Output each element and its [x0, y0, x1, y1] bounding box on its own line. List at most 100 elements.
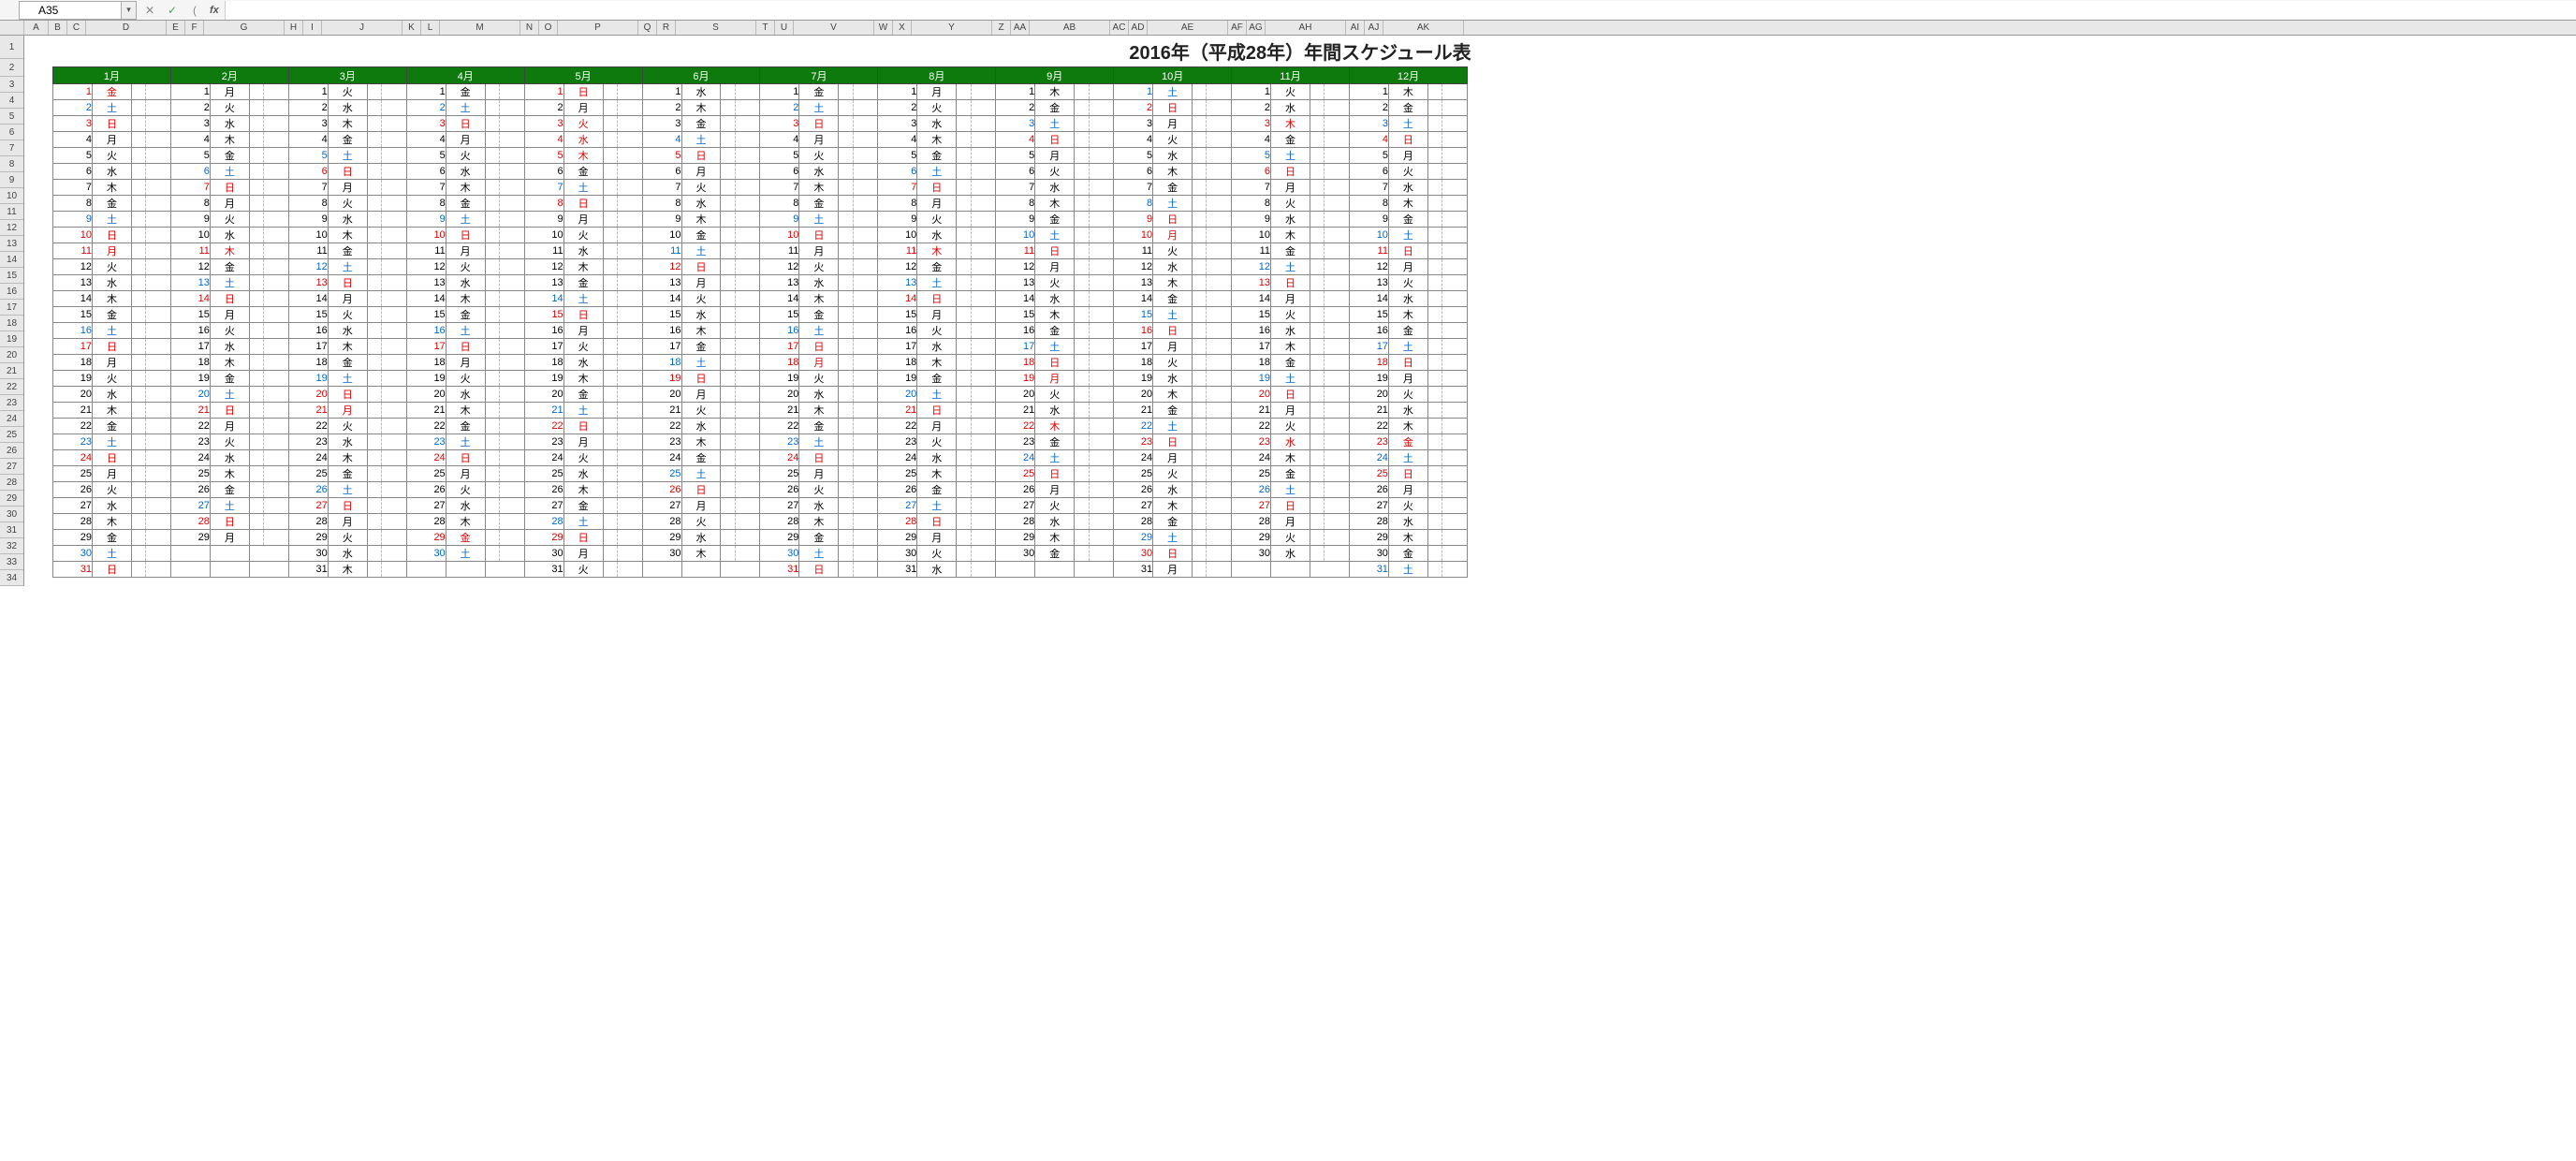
day-number[interactable]: 17	[996, 339, 1035, 355]
day-number[interactable]: 9	[170, 212, 210, 228]
day-note[interactable]	[1193, 562, 1232, 578]
day-note[interactable]	[249, 196, 288, 212]
day-number[interactable]: 7	[288, 180, 328, 196]
day-number[interactable]: 15	[406, 307, 446, 323]
day-weekday[interactable]: 月	[564, 323, 603, 339]
day-note[interactable]	[249, 291, 288, 307]
day-weekday[interactable]: 火	[446, 259, 485, 275]
day-note[interactable]	[1427, 228, 1467, 243]
day-number[interactable]: 15	[642, 307, 681, 323]
day-weekday[interactable]: 土	[210, 164, 249, 180]
day-number[interactable]: 12	[53, 259, 93, 275]
day-weekday[interactable]: 木	[328, 450, 367, 466]
day-weekday[interactable]: 月	[799, 466, 839, 482]
day-note[interactable]	[249, 228, 288, 243]
day-number[interactable]: 24	[1114, 450, 1153, 466]
day-weekday[interactable]	[210, 562, 249, 578]
day-weekday[interactable]: 木	[564, 259, 603, 275]
day-note[interactable]	[485, 132, 524, 148]
col-header-U[interactable]: U	[775, 21, 794, 35]
day-note[interactable]	[367, 116, 406, 132]
day-weekday[interactable]: 土	[917, 498, 957, 514]
day-note[interactable]	[1310, 562, 1350, 578]
day-weekday[interactable]: 土	[1388, 339, 1427, 355]
day-number[interactable]: 9	[878, 212, 917, 228]
day-note[interactable]	[721, 514, 760, 530]
day-weekday[interactable]: 金	[1153, 291, 1193, 307]
row-header-28[interactable]: 28	[0, 475, 23, 491]
day-weekday[interactable]: 火	[1388, 498, 1427, 514]
day-number[interactable]: 25	[1232, 466, 1271, 482]
col-header-M[interactable]: M	[440, 21, 520, 35]
day-number[interactable]: 2	[1349, 100, 1388, 116]
day-weekday[interactable]: 木	[92, 514, 131, 530]
day-note[interactable]	[1075, 514, 1114, 530]
day-number[interactable]: 8	[53, 196, 93, 212]
day-note[interactable]	[957, 116, 996, 132]
day-note[interactable]	[249, 530, 288, 546]
day-note[interactable]	[1193, 307, 1232, 323]
day-note[interactable]	[485, 371, 524, 387]
day-number[interactable]: 25	[1349, 466, 1388, 482]
day-note[interactable]	[839, 514, 878, 530]
day-weekday[interactable]: 金	[1388, 434, 1427, 450]
day-note[interactable]	[603, 132, 642, 148]
day-weekday[interactable]: 土	[1153, 530, 1193, 546]
day-number[interactable]: 4	[1349, 132, 1388, 148]
day-note[interactable]	[1193, 371, 1232, 387]
day-number[interactable]: 19	[760, 371, 799, 387]
day-number[interactable]: 9	[406, 212, 446, 228]
day-number[interactable]: 28	[760, 514, 799, 530]
day-weekday[interactable]: 日	[1271, 387, 1310, 403]
day-note[interactable]	[839, 355, 878, 371]
day-weekday[interactable]: 金	[681, 228, 721, 243]
day-weekday[interactable]: 日	[446, 228, 485, 243]
day-note[interactable]	[603, 466, 642, 482]
day-number[interactable]: 5	[524, 148, 564, 164]
day-note[interactable]	[721, 212, 760, 228]
day-note[interactable]	[721, 387, 760, 403]
day-weekday[interactable]: 月	[446, 132, 485, 148]
day-weekday[interactable]: 土	[92, 100, 131, 116]
day-note[interactable]	[957, 100, 996, 116]
day-note[interactable]	[249, 116, 288, 132]
day-number[interactable]: 9	[1232, 212, 1271, 228]
day-weekday[interactable]: 土	[210, 275, 249, 291]
day-number[interactable]: 4	[288, 132, 328, 148]
row-header-6[interactable]: 6	[0, 125, 23, 140]
day-note[interactable]	[603, 387, 642, 403]
day-note[interactable]	[721, 562, 760, 578]
day-number[interactable]: 15	[53, 307, 93, 323]
day-weekday[interactable]: 木	[328, 228, 367, 243]
day-number[interactable]	[642, 562, 681, 578]
day-number[interactable]	[1232, 562, 1271, 578]
day-number[interactable]: 24	[170, 450, 210, 466]
day-note[interactable]	[249, 212, 288, 228]
day-weekday[interactable]: 日	[1153, 212, 1193, 228]
day-note[interactable]	[1075, 148, 1114, 164]
day-weekday[interactable]: 水	[210, 339, 249, 355]
day-weekday[interactable]: 月	[210, 419, 249, 434]
day-note[interactable]	[839, 164, 878, 180]
day-number[interactable]: 19	[642, 371, 681, 387]
day-note[interactable]	[1193, 212, 1232, 228]
day-number[interactable]: 3	[1232, 116, 1271, 132]
day-note[interactable]	[957, 212, 996, 228]
day-weekday[interactable]: 土	[799, 323, 839, 339]
day-weekday[interactable]: 金	[799, 196, 839, 212]
day-number[interactable]: 21	[1232, 403, 1271, 419]
day-note[interactable]	[1075, 100, 1114, 116]
day-number[interactable]: 3	[642, 116, 681, 132]
day-number[interactable]: 17	[878, 339, 917, 355]
day-note[interactable]	[1075, 339, 1114, 355]
day-number[interactable]: 11	[288, 243, 328, 259]
day-weekday[interactable]: 木	[210, 243, 249, 259]
col-header-S[interactable]: S	[676, 21, 756, 35]
day-number[interactable]: 21	[170, 403, 210, 419]
day-number[interactable]: 18	[642, 355, 681, 371]
day-weekday[interactable]: 火	[92, 371, 131, 387]
day-weekday[interactable]: 火	[1153, 466, 1193, 482]
day-note[interactable]	[957, 339, 996, 355]
day-number[interactable]: 2	[1232, 100, 1271, 116]
day-note[interactable]	[367, 148, 406, 164]
